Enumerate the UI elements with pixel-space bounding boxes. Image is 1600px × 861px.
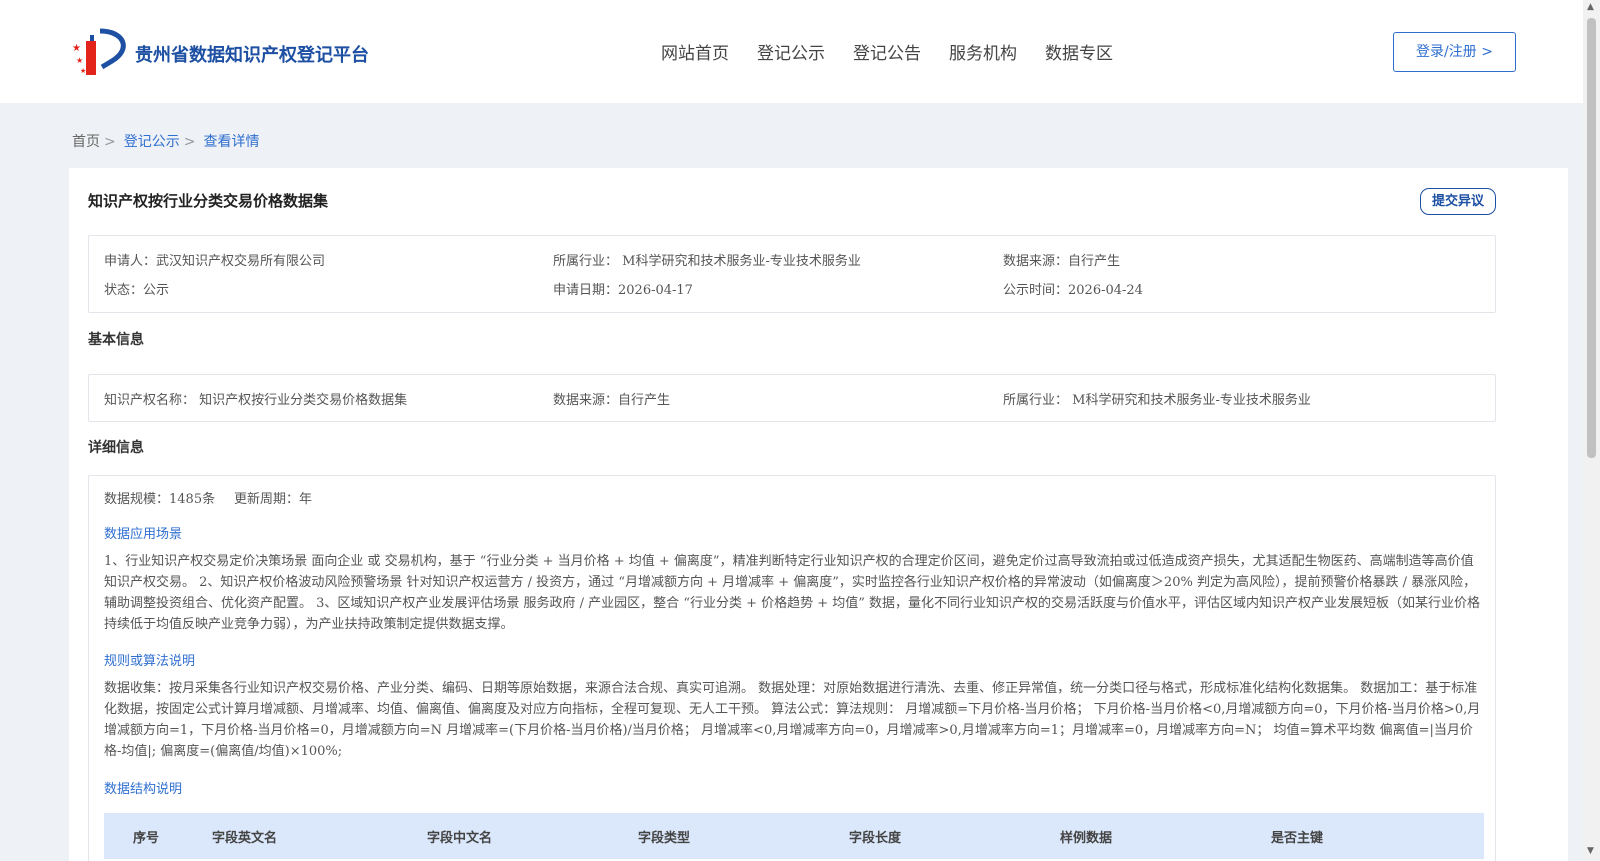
column-header-index: 序号	[133, 831, 160, 846]
page-scrollbar[interactable]: ▲ ▼	[1583, 0, 1600, 861]
submit-objection-button[interactable]: 提交异议	[1420, 188, 1496, 215]
svg-text:★: ★	[76, 56, 83, 65]
column-header-chinese-name: 字段中文名	[427, 831, 493, 846]
basic-source-field: 数据来源：自行产生	[553, 393, 671, 408]
summary-box: 申请人：武汉知识产权交易所有限公司 所属行业： M科学研究和技术服务业-专业技术…	[88, 235, 1496, 313]
breadcrumb-registration-publicity[interactable]: 登记公示	[124, 134, 180, 150]
scrollbar-thumb[interactable]	[1587, 18, 1596, 458]
data-structure-heading: 数据结构说明	[104, 782, 183, 797]
nav-item-service-agencies[interactable]: 服务机构	[949, 39, 1017, 64]
scroll-up-arrow-icon[interactable]: ▲	[1587, 2, 1594, 12]
column-header-english-name: 字段英文名	[212, 831, 278, 846]
breadcrumb: 首页 > 登记公示 > 查看详情	[72, 131, 259, 151]
page-title: 知识产权按行业分类交易价格数据集	[88, 192, 329, 210]
detail-card: 知识产权按行业分类交易价格数据集 提交异议 申请人：武汉知识产权交易所有限公司 …	[69, 168, 1568, 861]
svg-text:★: ★	[72, 43, 81, 54]
basic-industry-field: 所属行业： M科学研究和技术服务业-专业技术服务业	[1003, 393, 1311, 408]
column-header-primary-key: 是否主键	[1271, 831, 1324, 846]
status-field: 状态：公示	[104, 283, 170, 298]
platform-logo-icon[interactable]: ★ ★ ★	[72, 27, 132, 77]
nav-item-home[interactable]: 网站首页	[661, 39, 729, 64]
publish-date-field: 公示时间：2026-04-24	[1003, 283, 1143, 298]
breadcrumb-separator: >	[104, 134, 116, 150]
breadcrumb-home[interactable]: 首页	[72, 134, 100, 150]
applicant-field: 申请人：武汉知识产权交易所有限公司	[104, 254, 326, 269]
detail-info-heading: 详细信息	[88, 440, 144, 456]
nav-item-registration-publicity[interactable]: 登记公示	[757, 39, 825, 64]
structure-table-header: 序号 字段英文名 字段中文名 字段类型 字段长度 样例数据 是否主键	[104, 813, 1484, 859]
apply-date-field: 申请日期：2026-04-17	[553, 283, 693, 298]
column-header-sample: 样例数据	[1060, 831, 1113, 846]
basic-info-box: 知识产权名称： 知识产权按行业分类交易价格数据集 数据来源：自行产生 所属行业：…	[88, 374, 1496, 422]
data-source-field: 数据来源：自行产生	[1003, 254, 1121, 269]
scroll-down-arrow-icon[interactable]: ▼	[1587, 846, 1594, 856]
login-register-button[interactable]: 登录/注册 >	[1393, 32, 1516, 72]
breadcrumb-separator: >	[183, 134, 196, 150]
algorithm-heading: 规则或算法说明	[104, 654, 196, 669]
site-title[interactable]: 贵州省数据知识产权登记平台	[135, 41, 369, 67]
detail-info-box: 数据规模：1485条 更新周期：年 数据应用场景 1、行业知识产权交易定价决策场…	[88, 475, 1496, 861]
column-header-type: 字段类型	[638, 831, 691, 846]
svg-text:★: ★	[80, 67, 86, 75]
data-scale-field: 数据规模：1485条	[104, 492, 216, 507]
application-scene-heading: 数据应用场景	[104, 527, 183, 542]
update-cycle-field: 更新周期：年	[234, 492, 313, 507]
industry-field: 所属行业： M科学研究和技术服务业-专业技术服务业	[553, 254, 861, 269]
basic-info-heading: 基本信息	[88, 332, 144, 348]
algorithm-text: 数据收集：按月采集各行业知识产权交易价格、产业分类、编码、日期等原始数据，来源合…	[104, 681, 1481, 759]
nav-item-registration-announcement[interactable]: 登记公告	[853, 39, 921, 64]
application-scene-text: 1、行业知识产权交易定价决策场景 面向企业 或 交易机构，基于 “行业分类 + …	[104, 554, 1481, 632]
main-nav: 网站首页 登记公示 登记公告 服务机构 数据专区	[661, 39, 1141, 64]
ip-name-field: 知识产权名称： 知识产权按行业分类交易价格数据集	[104, 393, 408, 408]
nav-item-data-zone[interactable]: 数据专区	[1045, 39, 1113, 64]
breadcrumb-current: 查看详情	[203, 134, 260, 150]
site-header: ★ ★ ★ 贵州省数据知识产权登记平台 网站首页 登记公示 登记公告 服务机构 …	[0, 0, 1600, 103]
column-header-length: 字段长度	[849, 831, 902, 846]
